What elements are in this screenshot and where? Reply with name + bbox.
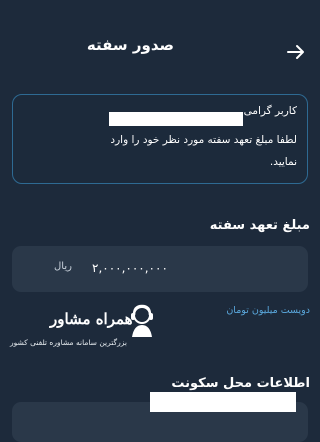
watermark: همراه مشاور بزرگترین سامانه مشاوره تلفنی… [8, 302, 178, 358]
info-card: کاربر گرامی لطفا مبلغ تعهد سفته مورد نظر… [12, 94, 308, 184]
amount-unit: ریال [54, 261, 72, 272]
watermark-tagline: بزرگترین سامانه مشاوره تلفنی کشور [10, 338, 127, 347]
page-title: صدور سفته [86, 36, 174, 54]
watermark-title: همراه مشاور [50, 310, 133, 328]
amount-in-words: دویست میلیون تومان [226, 305, 310, 316]
redacted-user-name [109, 112, 243, 126]
amount-section-title: مبلغ تعهد سفته [209, 218, 310, 233]
info-instruction: لطفا مبلغ تعهد سفته مورد نظر خود را وارد [110, 134, 297, 146]
residence-section-title: اطلاعات محل سکونت [171, 376, 310, 391]
arrow-right-icon[interactable] [284, 40, 308, 64]
app-header: صدور سفته [0, 0, 320, 96]
redacted-address [150, 392, 296, 412]
info-instruction-end: نمایید. [269, 156, 297, 168]
amount-input[interactable]: ۲,۰۰۰,۰۰۰,۰۰۰ ریال [12, 246, 308, 292]
amount-value: ۲,۰۰۰,۰۰۰,۰۰۰ [92, 261, 168, 275]
info-greeting: کاربر گرامی [243, 105, 297, 117]
